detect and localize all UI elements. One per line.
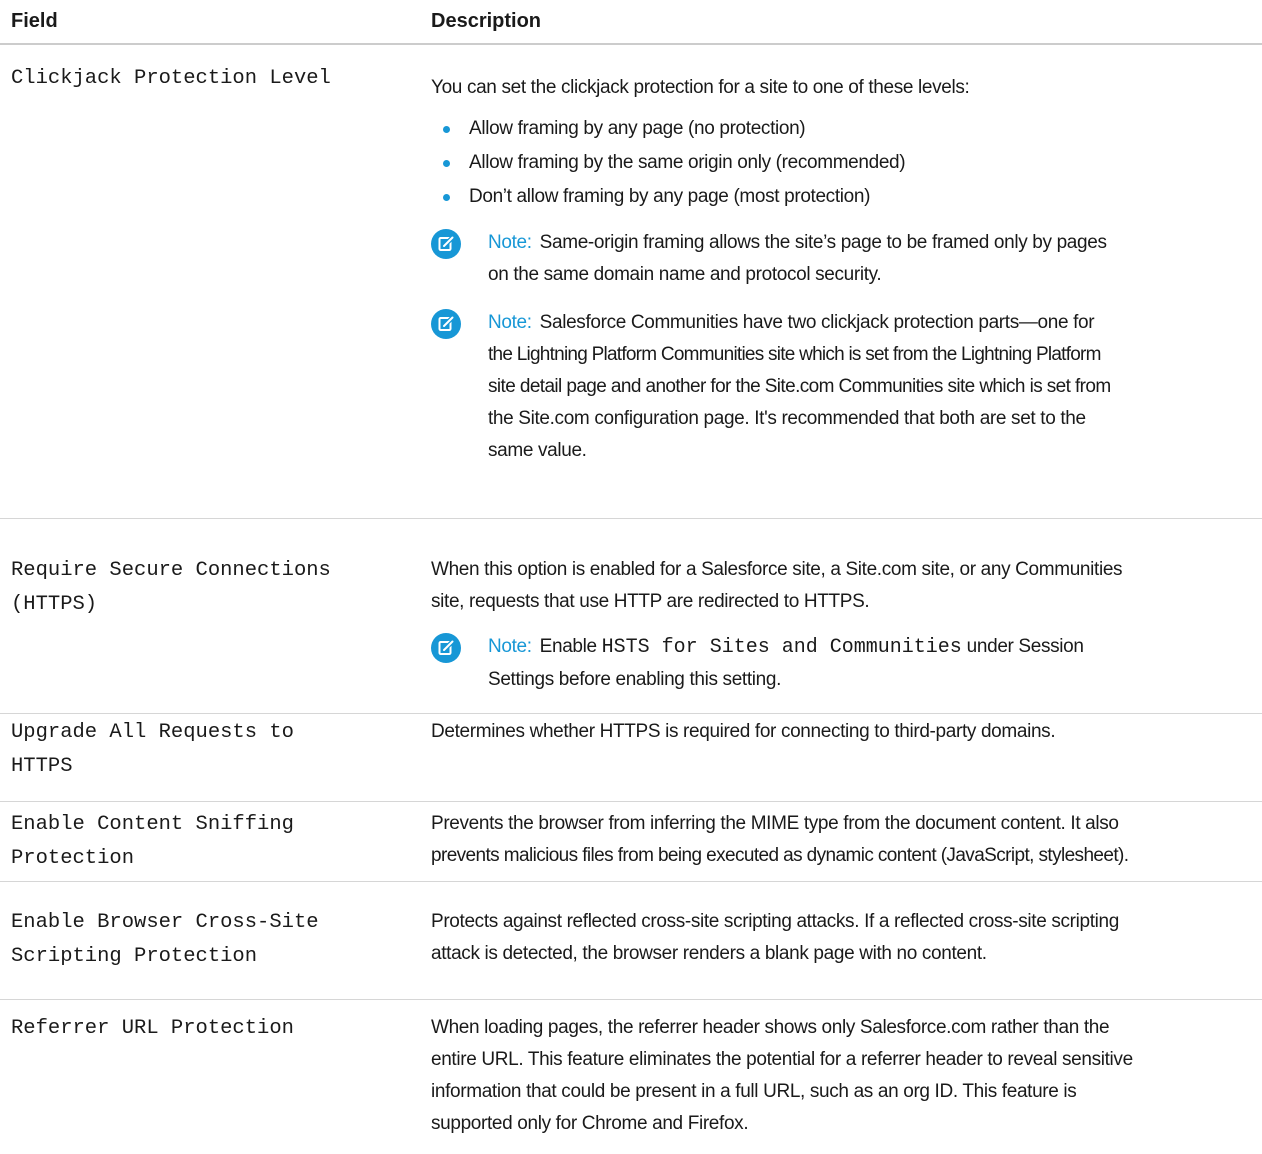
note-text: on the same domain name and protocol sec… (488, 264, 882, 285)
field-name: Referrer URL Protection (11, 1017, 294, 1040)
hsts-setting-name: HSTS for Sites and Communities (601, 636, 962, 659)
description-text: attack is detected, the browser renders … (431, 943, 987, 964)
description-text: information that could be present in a f… (431, 1081, 1077, 1102)
field-name: Upgrade All Requests to HTTPS (11, 721, 294, 778)
table-row-xss: Enable Browser Cross-Site Scripting Prot… (0, 882, 1262, 1000)
field-name: Clickjack Protection Level (11, 67, 331, 90)
field-name: Require Secure Connections (HTTPS) (11, 559, 331, 616)
note-text: Enable (539, 636, 602, 657)
description-text: prevents malicious files from being exec… (431, 845, 1129, 866)
table-row-referrer: Referrer URL Protection When loading pag… (0, 1000, 1262, 1154)
table-row-upgrade: Upgrade All Requests to HTTPS Determines… (0, 714, 1262, 802)
description: Protects against reflected cross-site sc… (419, 882, 1249, 999)
description-text: When loading pages, the referrer header … (431, 1017, 1110, 1038)
field-name: Enable Browser Cross-Site Scripting Prot… (11, 911, 319, 968)
note-text: the Site.com configuration page. It's re… (488, 408, 1086, 429)
protection-level-list: Allow framing by any page (no protection… (431, 112, 1249, 214)
description: Determines whether HTTPS is required for… (419, 714, 1249, 801)
description-column-header: Description (431, 10, 542, 32)
description-text: Determines whether HTTPS is required for… (431, 721, 1056, 742)
note-same-origin: Note: Same-origin framing allows the site… (431, 227, 1249, 291)
description-text: Protects against reflected cross-site sc… (431, 911, 1119, 932)
list-item: Don’t allow framing by any page (most pr… (431, 180, 1249, 214)
note-label: Note: (488, 636, 532, 657)
field-column-header: Field (11, 10, 58, 32)
list-item-text: Don’t allow framing by any page (most pr… (469, 186, 871, 207)
bullet-icon (443, 194, 450, 201)
note-text: Settings before enabling this setting. (488, 669, 782, 690)
note-icon (431, 229, 461, 259)
description-text: site, requests that use HTTP are redirec… (431, 591, 870, 612)
list-item-text: Allow framing by the same origin only (r… (469, 152, 906, 173)
note-text: the Lightning Platform Communities site … (488, 344, 1101, 365)
note-text: Salesforce Communities have two clickjac… (539, 312, 1095, 333)
description-text: When this option is enabled for a Salesf… (431, 559, 1123, 580)
list-item: Allow framing by the same origin only (r… (431, 146, 1249, 180)
note-label: Note: (488, 312, 532, 333)
note-text: same value. (488, 440, 587, 461)
list-item-text: Allow framing by any page (no protection… (469, 118, 806, 139)
note-communities: Note: Salesforce Communities have two cli… (431, 307, 1249, 467)
description-text: supported only for Chrome and Firefox. (431, 1113, 749, 1134)
note-text: under Session (961, 636, 1084, 657)
note-icon (431, 309, 461, 339)
note-hsts: Note: Enable HSTS for Sites and Communiti… (431, 631, 1249, 696)
description: Prevents the browser from inferring the … (419, 802, 1249, 881)
description-text: Prevents the browser from inferring the … (431, 813, 1119, 834)
field-description-table: Field Description Clickjack Protection L… (0, 0, 1262, 1134)
description-text: entire URL. This feature eliminates the … (431, 1049, 1133, 1070)
bullet-icon (443, 160, 450, 167)
description: When loading pages, the referrer header … (419, 1000, 1249, 1154)
description-text: You can set the clickjack protection for… (431, 77, 970, 98)
table-header: Field Description (0, 0, 1262, 45)
table-row-clickjack: Clickjack Protection Level You can set t… (0, 45, 1262, 519)
note-icon (431, 633, 461, 663)
bullet-icon (443, 126, 450, 133)
description: When this option is enabled for a Salesf… (419, 519, 1249, 713)
table-row-https: Require Secure Connections (HTTPS) When … (0, 519, 1262, 714)
list-item: Allow framing by any page (no protection… (431, 112, 1249, 146)
table-row-sniffing: Enable Content Sniffing Protection Preve… (0, 802, 1262, 882)
note-text: site detail page and another for the Sit… (488, 376, 1111, 397)
note-label: Note: (488, 232, 532, 253)
field-name: Enable Content Sniffing Protection (11, 813, 294, 870)
note-text: Same-origin framing allows the site’s pa… (539, 232, 1107, 253)
description: You can set the clickjack protection for… (419, 45, 1249, 518)
